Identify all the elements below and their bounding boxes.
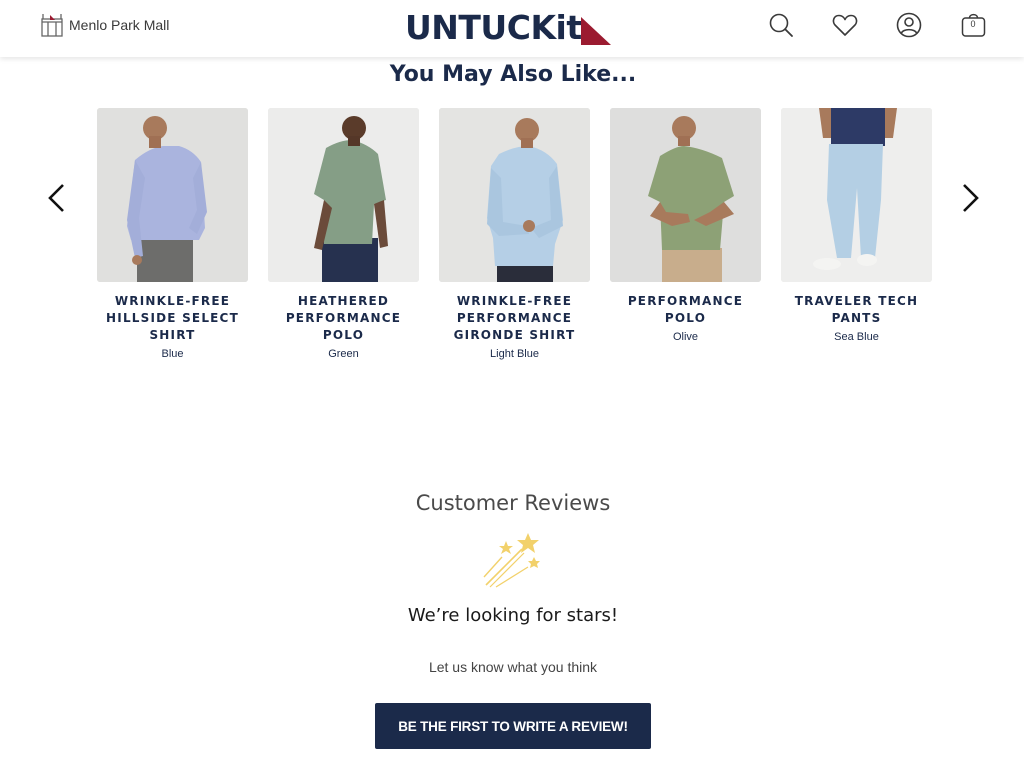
account-icon[interactable] xyxy=(895,11,923,39)
product-card[interactable]: Performance Polo Olive xyxy=(610,108,761,343)
product-name: Heathered Performance Polo xyxy=(285,294,402,342)
product-color: Sea Blue xyxy=(834,331,879,343)
logo-text: UNTUCKit xyxy=(405,8,582,47)
product-name: Traveler Tech Pants xyxy=(794,294,919,325)
product-color: Olive xyxy=(672,331,699,343)
store-icon xyxy=(40,13,64,37)
bag-count: 0 xyxy=(970,19,976,29)
heart-icon[interactable] xyxy=(831,11,859,39)
product-image[interactable] xyxy=(268,108,419,282)
carousel-prev-button[interactable] xyxy=(42,182,72,214)
reviews-headline: We’re looking for stars! xyxy=(407,605,619,626)
product-card[interactable]: Wrinkle-Free Hillside Select Shirt Blue xyxy=(97,108,248,360)
chevron-right-icon xyxy=(963,184,979,212)
recommendations-title: You May Also Like... xyxy=(389,62,637,87)
write-review-button[interactable]: BE THE FIRST TO WRITE A REVIEW! xyxy=(375,703,651,749)
site-header: Menlo Park Mall UNTUCKit 0 xyxy=(0,0,1024,57)
product-color: Green xyxy=(328,348,359,360)
bag-icon[interactable]: 0 xyxy=(960,11,988,39)
product-name: Wrinkle-Free Hillside Select Shirt xyxy=(106,294,239,342)
product-card[interactable]: Heathered Performance Polo Green xyxy=(268,108,419,360)
chevron-left-icon xyxy=(48,184,64,212)
reviews-subtext: Let us know what you think xyxy=(428,659,598,675)
store-selector[interactable]: Menlo Park Mall xyxy=(40,13,169,37)
shooting-stars-icon xyxy=(482,531,544,589)
store-name: Menlo Park Mall xyxy=(69,17,170,33)
carousel-next-button[interactable] xyxy=(955,182,985,214)
reviews-title: Customer Reviews xyxy=(415,491,611,515)
product-image[interactable] xyxy=(781,108,932,282)
product-name: Wrinkle-Free Performance Gironde Shirt xyxy=(453,294,576,342)
logo-flag-icon xyxy=(580,17,611,45)
product-name: Performance Polo xyxy=(627,294,744,325)
product-color: Blue xyxy=(161,348,184,360)
product-image[interactable] xyxy=(439,108,590,282)
brand-logo[interactable]: UNTUCKit xyxy=(405,9,611,47)
product-image[interactable] xyxy=(97,108,248,282)
search-icon[interactable] xyxy=(767,11,795,39)
product-card[interactable]: Wrinkle-Free Performance Gironde Shirt L… xyxy=(439,108,590,360)
product-card[interactable]: Traveler Tech Pants Sea Blue xyxy=(781,108,932,343)
product-color: Light Blue xyxy=(490,348,539,360)
product-image[interactable] xyxy=(610,108,761,282)
